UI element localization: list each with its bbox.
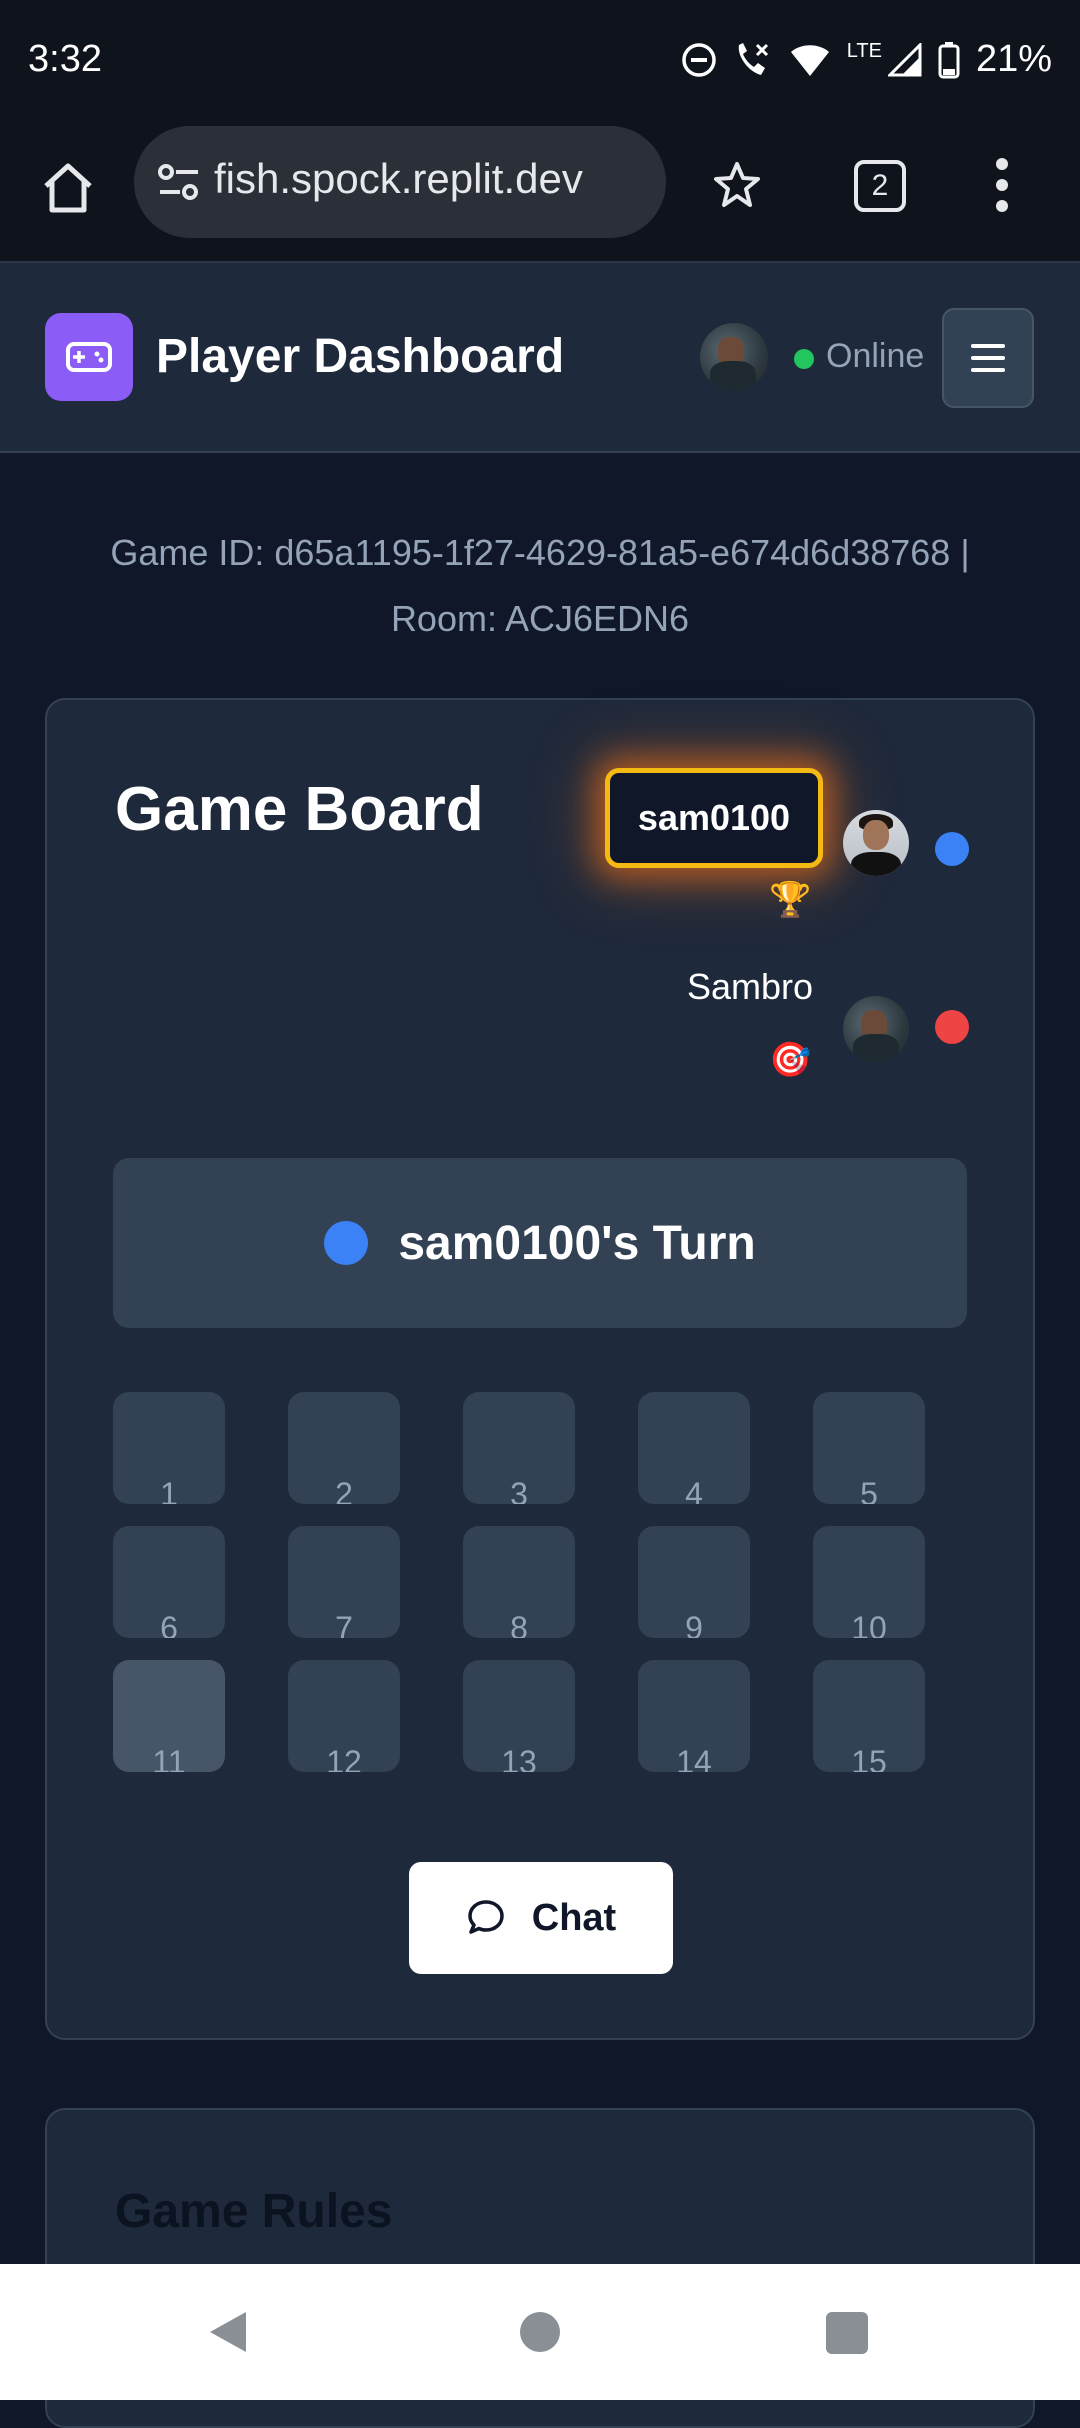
board-cell-2[interactable]: 2 bbox=[288, 1392, 400, 1504]
bookmark-star-icon[interactable] bbox=[712, 160, 762, 210]
browser-toolbar: fish.spock.replit.dev 2 bbox=[0, 126, 1080, 261]
wifi-icon bbox=[790, 44, 829, 76]
dnd-icon bbox=[681, 42, 716, 77]
player2-avatar bbox=[843, 996, 909, 1062]
game-info: Game ID: d65a1195-1f27-4629-81a5-e674d6d… bbox=[40, 520, 1040, 652]
chat-button-label: Chat bbox=[531, 1896, 617, 1939]
board-cell-4[interactable]: 4 bbox=[638, 1392, 750, 1504]
battery-icon bbox=[938, 41, 960, 78]
more-menu-icon[interactable] bbox=[996, 158, 1010, 212]
board-cell-14[interactable]: 14 bbox=[638, 1660, 750, 1772]
online-status-text: Online bbox=[826, 337, 925, 375]
game-board-card: Game Board sam0100 🏆 Sambro 🎯 sam0100's … bbox=[45, 698, 1035, 2040]
player1-avatar bbox=[843, 810, 909, 876]
turn-indicator: sam0100's Turn bbox=[113, 1158, 967, 1328]
status-icons: LTE 21% bbox=[681, 38, 1052, 81]
chat-button[interactable]: Chat bbox=[409, 1862, 673, 1974]
board-cell-1[interactable]: 1 bbox=[113, 1392, 225, 1504]
board-cell-10[interactable]: 10 bbox=[813, 1526, 925, 1638]
status-bar: 3:32 LTE 21% bbox=[0, 0, 1080, 126]
url-text[interactable]: fish.spock.replit.dev bbox=[214, 155, 583, 203]
home-nav-icon[interactable] bbox=[520, 2312, 560, 2352]
board-cell-8[interactable]: 8 bbox=[463, 1526, 575, 1638]
system-nav-bar bbox=[0, 2264, 1080, 2400]
signal-icon bbox=[887, 42, 922, 76]
hamburger-menu-button[interactable] bbox=[942, 308, 1034, 408]
site-settings-icon[interactable] bbox=[156, 160, 202, 206]
board-title: Game Board bbox=[115, 775, 484, 844]
player2-color-dot bbox=[935, 1010, 969, 1044]
game-id-text: Game ID: d65a1195-1f27-4629-81a5-e674d6d… bbox=[110, 532, 970, 573]
trophy-icon: 🏆 bbox=[769, 881, 812, 919]
turn-color-dot bbox=[324, 1221, 369, 1265]
chat-bubble-icon bbox=[468, 1900, 504, 1934]
player2-name: Sambro bbox=[687, 966, 814, 1007]
status-time: 3:32 bbox=[28, 38, 102, 80]
board-cell-7[interactable]: 7 bbox=[288, 1526, 400, 1638]
board-cell-15[interactable]: 15 bbox=[813, 1660, 925, 1772]
home-icon[interactable] bbox=[40, 160, 96, 216]
board-cell-13[interactable]: 13 bbox=[463, 1660, 575, 1772]
room-code-text: Room: ACJ6EDN6 bbox=[390, 598, 690, 639]
rules-title: Game Rules bbox=[115, 2185, 393, 2238]
app-header: Player Dashboard Online bbox=[0, 261, 1080, 453]
address-bar[interactable]: fish.spock.replit.dev bbox=[134, 126, 666, 238]
board-cell-11[interactable]: 11 bbox=[113, 1660, 225, 1772]
gamepad-logo-icon bbox=[45, 313, 133, 401]
board-cell-5[interactable]: 5 bbox=[813, 1392, 925, 1504]
board-cell-3[interactable]: 3 bbox=[463, 1392, 575, 1504]
battery-level: 21% bbox=[975, 38, 1052, 80]
back-icon[interactable] bbox=[206, 2308, 250, 2356]
tab-switcher-button[interactable]: 2 bbox=[854, 160, 906, 212]
online-status-dot bbox=[794, 349, 814, 369]
board-cell-6[interactable]: 6 bbox=[113, 1526, 225, 1638]
active-player-badge: sam0100 bbox=[605, 768, 823, 868]
board-cell-12[interactable]: 12 bbox=[288, 1660, 400, 1772]
turn-text: sam0100's Turn bbox=[398, 1216, 756, 1270]
network-type: LTE bbox=[846, 40, 882, 62]
player1-color-dot bbox=[935, 832, 969, 866]
board-cell-9[interactable]: 9 bbox=[638, 1526, 750, 1638]
target-icon: 🎯 bbox=[769, 1041, 812, 1079]
page-title: Player Dashboard bbox=[156, 330, 565, 383]
wifi-call-icon bbox=[738, 42, 768, 75]
recents-icon[interactable] bbox=[826, 2312, 868, 2354]
user-avatar[interactable] bbox=[700, 323, 768, 391]
